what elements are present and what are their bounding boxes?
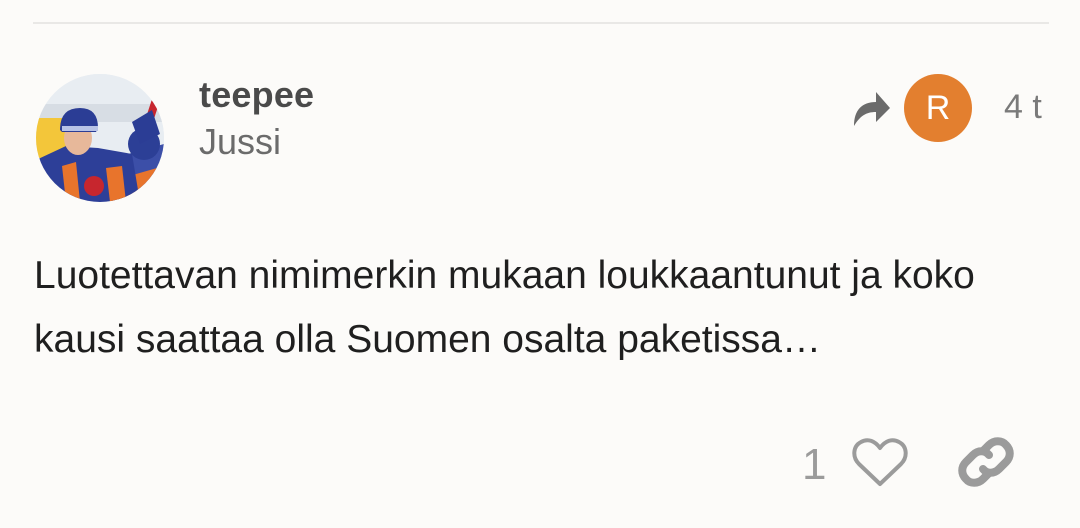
post-divider	[33, 22, 1049, 24]
like-count[interactable]: 1	[802, 440, 826, 490]
post-body: Luotettavan nimimerkin mukaan loukkaantu…	[34, 254, 975, 361]
link-icon[interactable]	[958, 434, 1014, 490]
reply-to-avatar[interactable]: R	[904, 74, 972, 142]
user-avatar[interactable]	[36, 74, 164, 202]
username[interactable]: teepee	[199, 74, 314, 116]
heart-icon[interactable]	[852, 438, 908, 490]
forum-post: teepee Jussi R 4 t Luotettavan nimimerki…	[0, 0, 1080, 528]
reply-arrow-icon[interactable]	[850, 88, 892, 130]
post-date[interactable]: 4 t	[1004, 88, 1042, 127]
full-name: Jussi	[199, 121, 282, 162]
